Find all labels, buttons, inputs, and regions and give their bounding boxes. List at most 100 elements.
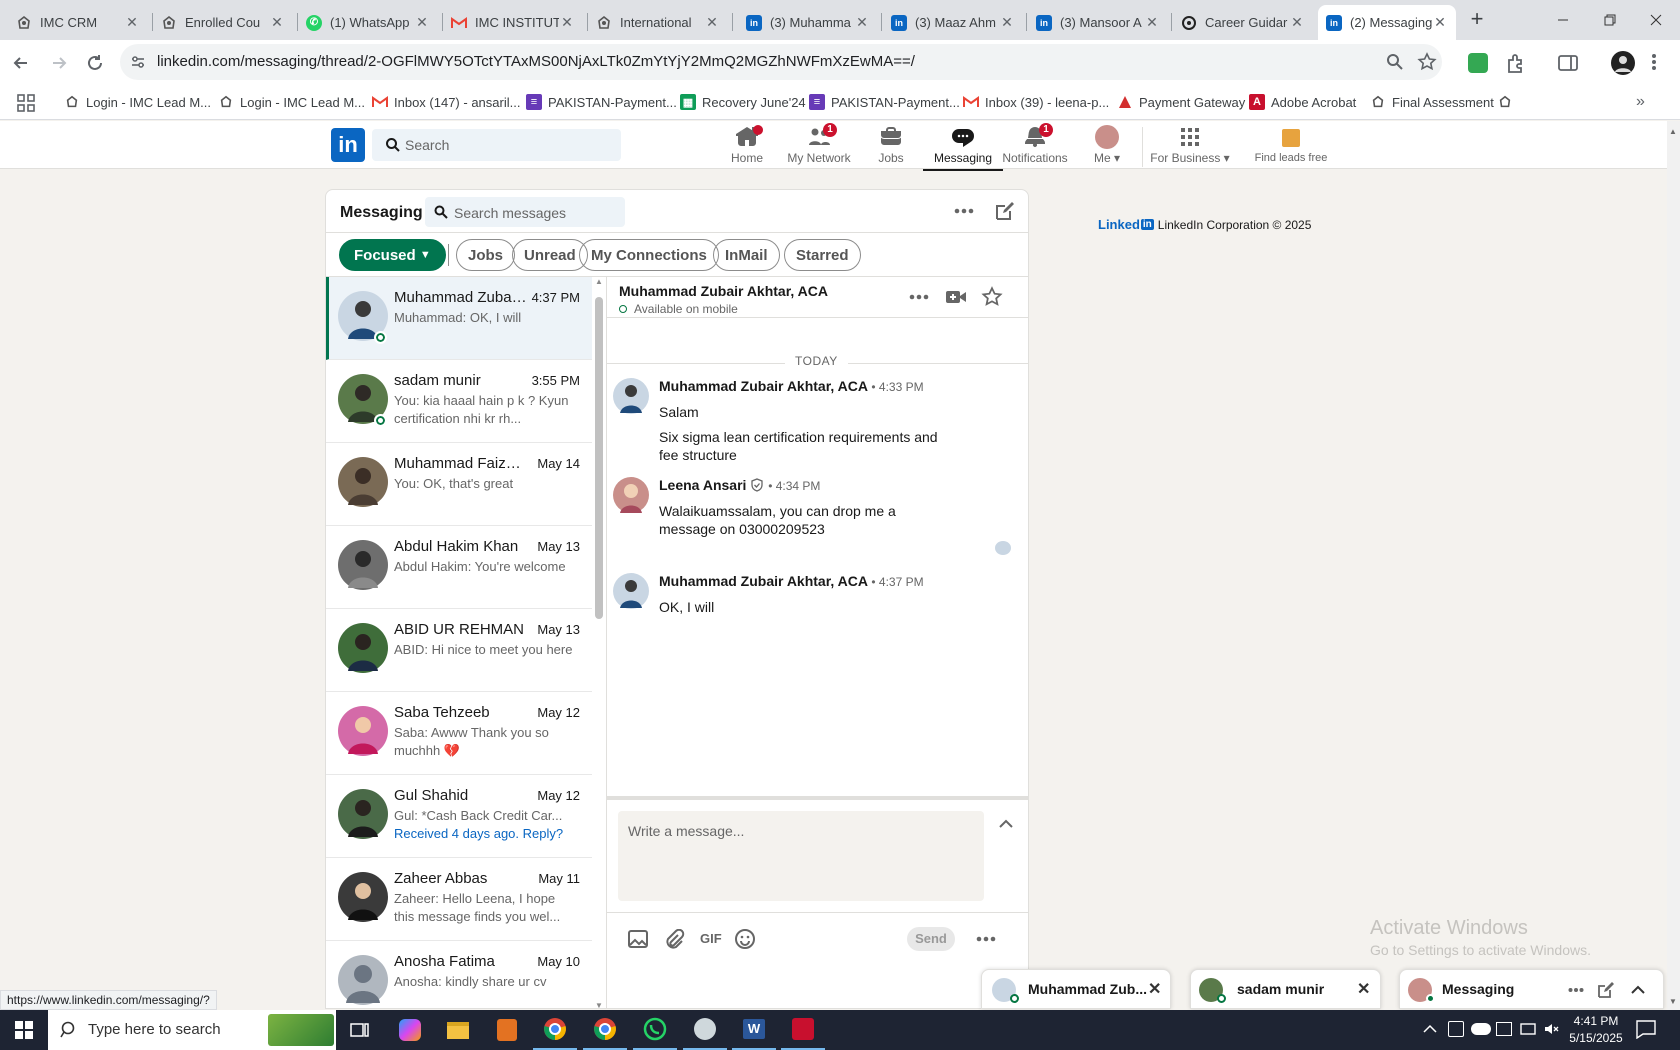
paperclip-icon[interactable] — [663, 929, 685, 951]
star-icon[interactable] — [981, 286, 1003, 308]
chevron-up-icon[interactable] — [1630, 983, 1646, 995]
word-icon[interactable]: W — [732, 1010, 776, 1050]
close-icon[interactable]: ✕ — [269, 14, 285, 31]
thread-more-options-icon[interactable] — [909, 294, 929, 300]
zoom-icon[interactable] — [1386, 53, 1404, 71]
bookmark-item[interactable]: Login - IMC Lead M... — [218, 94, 365, 110]
bookmark-item[interactable]: Inbox (147) - ansaril... — [372, 94, 520, 110]
global-search-input[interactable]: Search — [372, 129, 621, 161]
bookmark-item[interactable]: Login - IMC Lead M... — [64, 94, 211, 110]
close-icon[interactable]: ✕ — [1148, 979, 1161, 999]
tray-app-icon[interactable] — [1448, 1021, 1464, 1037]
compose-more-options-icon[interactable] — [976, 936, 996, 942]
chrome-icon[interactable] — [533, 1010, 577, 1050]
avatar[interactable] — [613, 477, 649, 513]
search-messages-input[interactable]: Search messages — [425, 197, 625, 227]
nav-messaging[interactable]: Messaging — [923, 125, 1003, 171]
minimize-window-button[interactable] — [1553, 10, 1573, 30]
send-button[interactable]: Send — [907, 927, 955, 951]
reply-prompt-link[interactable]: Received 4 days ago. Reply? — [394, 826, 563, 841]
apps-grid-icon[interactable] — [17, 94, 35, 112]
emoji-icon[interactable] — [734, 928, 756, 950]
nav-jobs[interactable]: Jobs — [851, 125, 931, 169]
filter-inmail[interactable]: InMail — [713, 239, 780, 271]
conversation-item[interactable]: ABID UR REHMAN May 13 ABID: Hi nice to m… — [326, 609, 592, 692]
more-bookmarks-chevron-icon[interactable]: » — [1636, 93, 1645, 111]
compose-icon[interactable] — [994, 200, 1016, 222]
page-scrollbar[interactable]: ▲ ▼ — [1667, 121, 1680, 1010]
browser-tab[interactable]: IMC CRM ✕ — [8, 5, 148, 40]
browser-tab[interactable]: Career Guidar ✕ — [1173, 5, 1313, 40]
nav-home[interactable]: Home — [707, 125, 787, 169]
close-icon[interactable]: ✕ — [414, 14, 430, 31]
bookmark-star-icon[interactable] — [1417, 52, 1437, 72]
side-panel-icon[interactable] — [1557, 53, 1579, 73]
message-sender[interactable]: Muhammad Zubair Akhtar, ACA • 4:33 PM — [659, 378, 924, 394]
close-icon[interactable]: ✕ — [854, 14, 870, 31]
conversation-item[interactable]: Abdul Hakim Khan May 13 Abdul Hakim: You… — [326, 526, 592, 609]
bookmark-item[interactable]: ▦ Recovery June'24 — [680, 94, 806, 110]
close-icon[interactable]: ✕ — [1357, 979, 1370, 999]
forward-button[interactable] — [48, 52, 70, 74]
close-icon[interactable]: ✕ — [704, 14, 720, 31]
restore-window-button[interactable] — [1600, 10, 1620, 30]
taskbar-search-box[interactable]: Type here to search — [48, 1010, 336, 1050]
conversation-item[interactable]: Saba Tehzeeb May 12 Saba: Awww Thank you… — [326, 692, 592, 775]
filter-my-connections[interactable]: My Connections — [579, 239, 719, 271]
notification-center-icon[interactable] — [1635, 1019, 1657, 1039]
bookmark-item[interactable]: A Adobe Acrobat — [1249, 94, 1356, 110]
whatsapp-icon[interactable] — [633, 1010, 677, 1050]
filter-starred[interactable]: Starred — [784, 239, 861, 271]
reload-button[interactable] — [84, 52, 106, 74]
close-icon[interactable]: ✕ — [999, 14, 1015, 31]
close-icon[interactable]: ✕ — [1432, 14, 1448, 31]
windows-start-icon[interactable] — [0, 1010, 48, 1050]
bookmark-item[interactable] — [1497, 94, 1519, 110]
scrollbar-thumb[interactable] — [595, 297, 603, 619]
conversation-item[interactable]: Muhammad Faizan ... May 14 You: OK, that… — [326, 443, 592, 526]
nav-my-network[interactable]: 1 My Network — [779, 123, 859, 169]
task-view-icon[interactable] — [338, 1010, 382, 1050]
address-bar[interactable]: linkedin.com/messaging/thread/2-OGFlMWY5… — [120, 44, 1442, 80]
battery-icon[interactable] — [1496, 1022, 1512, 1036]
message-sender[interactable]: Muhammad Zubair Akhtar, ACA • 4:37 PM — [659, 573, 924, 589]
thread-contact-name[interactable]: Muhammad Zubair Akhtar, ACA — [619, 283, 828, 299]
close-icon[interactable]: ✕ — [1144, 14, 1160, 31]
bookmark-item[interactable]: ≡ PAKISTAN-Payment... — [809, 94, 960, 110]
profile-avatar[interactable] — [1611, 51, 1635, 75]
avatar[interactable] — [613, 378, 649, 414]
browser-tab[interactable]: in (3) Mansoor A ✕ — [1028, 5, 1168, 40]
chat-bubble[interactable]: Muhammad Zub... ✕ — [981, 969, 1171, 1009]
browser-tab[interactable]: ✆ (1) WhatsApp ✕ — [298, 5, 438, 40]
message-compose-input[interactable]: Write a message... — [618, 811, 984, 901]
browser-tab[interactable]: in (3) Maaz Ahm ✕ — [883, 5, 1023, 40]
file-explorer-icon[interactable] — [436, 1010, 480, 1050]
onedrive-icon[interactable] — [1471, 1023, 1491, 1035]
copilot-icon[interactable] — [388, 1010, 432, 1050]
kebab-menu-icon[interactable] — [1651, 52, 1657, 72]
bookmark-item[interactable]: ≡ PAKISTAN-Payment... — [526, 94, 677, 110]
video-call-icon[interactable] — [945, 287, 967, 307]
conversation-list-scrollbar[interactable]: ▲ ▼ — [592, 277, 606, 1008]
site-info-icon[interactable] — [130, 54, 146, 70]
close-icon[interactable]: ✕ — [559, 14, 575, 31]
bookmark-item[interactable]: Payment Gateway — [1117, 94, 1245, 110]
app-icon[interactable] — [485, 1010, 529, 1050]
browser-tab[interactable]: in (3) Muhamma ✕ — [738, 5, 878, 40]
close-icon[interactable]: ✕ — [1289, 14, 1305, 31]
browser-tab[interactable]: Enrolled Cou ✕ — [153, 5, 293, 40]
linkedin-logo[interactable]: in — [331, 128, 365, 162]
filter-jobs[interactable]: Jobs — [456, 239, 516, 271]
nav-me[interactable]: Me ▾ — [1067, 125, 1147, 169]
system-clock[interactable]: 4:41 PM 5/15/2025 — [1566, 1013, 1626, 1047]
new-tab-button[interactable]: + — [1465, 8, 1489, 32]
gif-button[interactable]: GIF — [700, 931, 722, 946]
more-options-icon[interactable] — [1568, 987, 1584, 993]
browser-tab-active[interactable]: in (2) Messaging ✕ — [1318, 5, 1456, 40]
extension-green-icon[interactable] — [1468, 53, 1488, 73]
extensions-puzzle-icon[interactable] — [1505, 52, 1527, 74]
bookmark-item[interactable]: Inbox (39) - leena-p... — [963, 94, 1109, 110]
bookmark-item[interactable]: Final Assessment — [1370, 94, 1494, 110]
browser-tab[interactable]: IMC INSTITUT ✕ — [443, 5, 583, 40]
chat-bubble[interactable]: sadam munir ✕ — [1190, 969, 1381, 1009]
